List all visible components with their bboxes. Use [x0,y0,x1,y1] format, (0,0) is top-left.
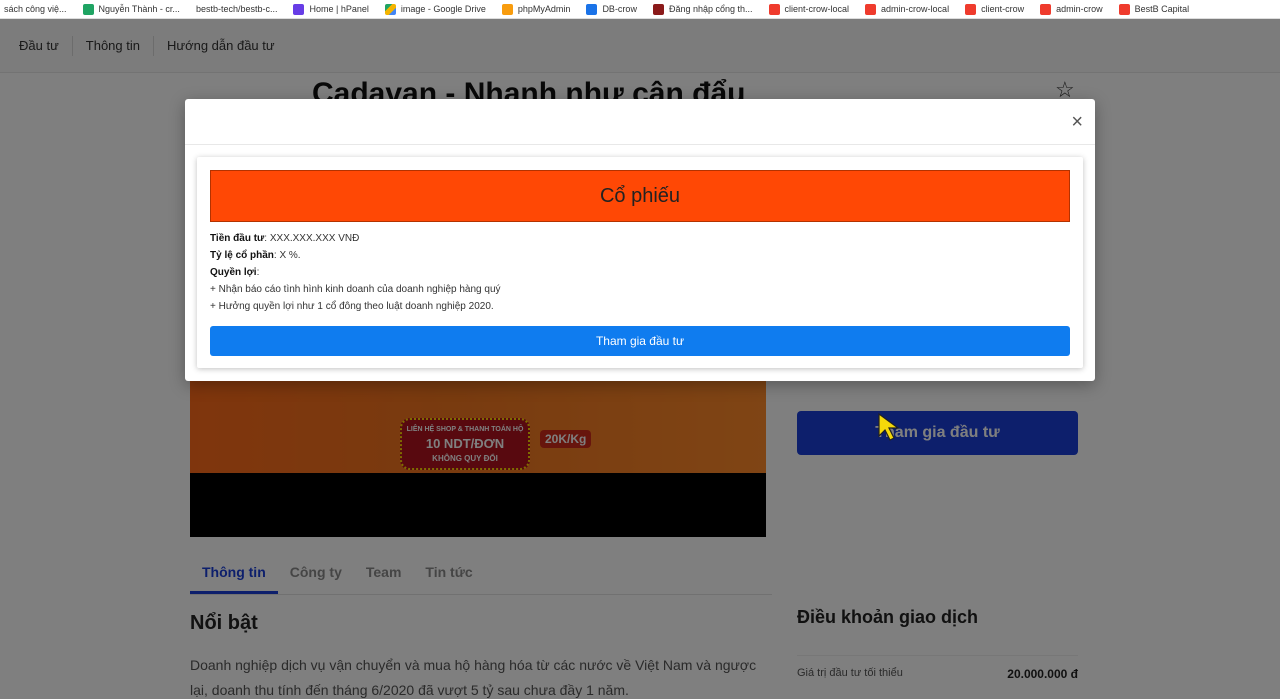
bookmark-item[interactable]: client-crow-local [768,3,850,15]
share-label: Tỷ lệ cổ phần [210,250,274,261]
bookmark-item[interactable]: admin-crow [1040,3,1103,15]
rights-line: Quyền lợi: [210,264,501,281]
invest-modal: × Cổ phiếu Tiền đầu tư: XXX.XXX.XXX VNĐ … [185,99,1095,381]
bookmark-item[interactable]: Nguyễn Thành - cr... [82,3,180,15]
laravel-icon [1040,3,1052,15]
bookmark-item[interactable]: bestb-tech/bestb-c... [196,4,278,14]
bookmark-label: Home | hPanel [309,4,369,14]
amount-line: Tiền đầu tư: XXX.XXX.XXX VNĐ [210,230,501,247]
db-icon [586,3,598,15]
bookmark-label: sách công việ... [4,4,67,14]
bookmark-label: bestb-tech/bestb-c... [195,4,278,14]
drive-icon [384,3,396,15]
bookmark-item[interactable]: phpMyAdmin [501,3,571,15]
bookmark-item[interactable]: client-crow [965,3,1025,15]
portal-icon [652,3,664,15]
bookmark-label: BestB Capital [1134,4,1190,14]
rights-colon: : [256,267,260,278]
stock-details: Tiền đầu tư: XXX.XXX.XXX VNĐ Tỷ lệ cổ ph… [210,230,501,315]
bookmark-item[interactable]: sách công việ... [4,4,67,14]
bookmark-item[interactable]: image - Google Drive [384,3,486,15]
cursor-icon [878,412,900,441]
rights-item: + Hưởng quyền lợi như 1 cổ đông theo luậ… [210,301,494,312]
amount-value: : XXX.XXX.XXX VNĐ [264,233,360,244]
bookmark-item[interactable]: DB-crow [586,3,637,15]
bookmark-item[interactable]: Home | hPanel [293,3,369,15]
bookmark-label: client-crow [981,4,1025,14]
laravel-icon [865,3,877,15]
phpmyadmin-icon [501,3,513,15]
close-icon[interactable]: × [1071,112,1083,132]
amount-label: Tiền đầu tư [210,233,265,244]
bookmarks-bar: sách công việ... Nguyễn Thành - cr... be… [0,0,1280,19]
bookmark-label: Đăng nhập cổng th... [668,4,753,14]
laravel-icon [965,3,977,15]
bookmark-label: admin-crow [1056,4,1103,14]
join-invest-button[interactable]: Tham gia đầu tư [210,326,1070,356]
bookmark-label: client-crow-local [784,4,850,14]
laravel-icon [1118,3,1130,15]
stock-card: Cổ phiếu Tiền đầu tư: XXX.XXX.XXX VNĐ Tỷ… [197,157,1083,368]
modal-header: × [185,99,1095,145]
rights-item: + Nhận báo cáo tình hình kinh doanh của … [210,284,501,295]
bookmark-label: phpMyAdmin [517,4,571,14]
hpanel-icon [293,3,305,15]
laravel-icon [768,3,780,15]
bookmark-item[interactable]: BestB Capital [1118,3,1190,15]
sheets-icon [82,3,94,15]
bookmark-label: Nguyễn Thành - cr... [98,4,180,14]
share-line: Tỷ lệ cổ phần: X %. [210,247,501,264]
bookmark-label: admin-crow-local [881,4,950,14]
rights-label: Quyền lợi [210,267,257,278]
bookmark-label: DB-crow [602,4,637,14]
bookmark-label: image - Google Drive [400,4,486,14]
stock-banner: Cổ phiếu [210,170,1070,222]
share-value: : X %. [273,250,301,261]
bookmark-item[interactable]: Đăng nhập cổng th... [652,3,753,15]
bookmark-item[interactable]: admin-crow-local [865,3,950,15]
